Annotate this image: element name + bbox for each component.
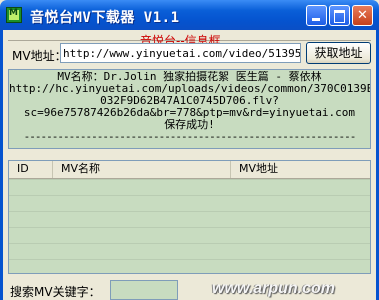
app-window: 音悦台MV下载器 V1.1 ✕ 音悦台--信息框 MV地址： http://ww… (0, 0, 379, 300)
maximize-button[interactable] (329, 5, 350, 26)
fetch-url-button[interactable]: 获取地址 (306, 42, 371, 64)
title-bar[interactable]: 音悦台MV下载器 V1.1 ✕ (0, 0, 379, 30)
url-label: MV地址： (12, 49, 67, 63)
info-line-separator: ----------------------------------------… (23, 131, 357, 143)
window-frame-left (0, 30, 3, 300)
url-input[interactable]: http://www.yinyuetai.com/video/513955 (60, 43, 301, 63)
close-button[interactable]: ✕ (352, 5, 373, 26)
info-line-url-3: sc=96e75787426b26da&br=778&ptp=mv&rd=yin… (23, 107, 356, 119)
watermark-text: www.arpun.com (212, 280, 335, 297)
column-header-mv-url[interactable]: MV地址 (231, 161, 370, 178)
info-line-url-2: 032F9D62B47A1C0745D706.flv? (100, 95, 279, 107)
minimize-button[interactable] (306, 5, 327, 26)
info-line-url-1: http://hc.yinyuetai.com/uploads/videos/c… (9, 83, 370, 95)
app-logo-icon (6, 7, 22, 23)
info-textbox[interactable]: MV名称：Dr.Jolin 独家拍摄花絮 医生篇 - 蔡依林 http://hc… (8, 69, 371, 149)
window-title: 音悦台MV下载器 V1.1 (30, 10, 180, 26)
search-keyword-input[interactable] (110, 280, 178, 300)
column-header-mv-name[interactable]: MV名称 (53, 161, 231, 178)
column-header-id[interactable]: ID (9, 161, 53, 178)
info-line-status: 保存成功! (164, 119, 215, 131)
info-line-title: MV名称：Dr.Jolin 独家拍摄花絮 医生篇 - 蔡依林 (57, 71, 322, 83)
table-rows-area[interactable] (9, 179, 370, 273)
mv-list-table[interactable]: ID MV名称 MV地址 (8, 160, 371, 274)
search-label: 搜索MV关键字： (10, 285, 101, 299)
table-header: ID MV名称 MV地址 (9, 161, 370, 179)
